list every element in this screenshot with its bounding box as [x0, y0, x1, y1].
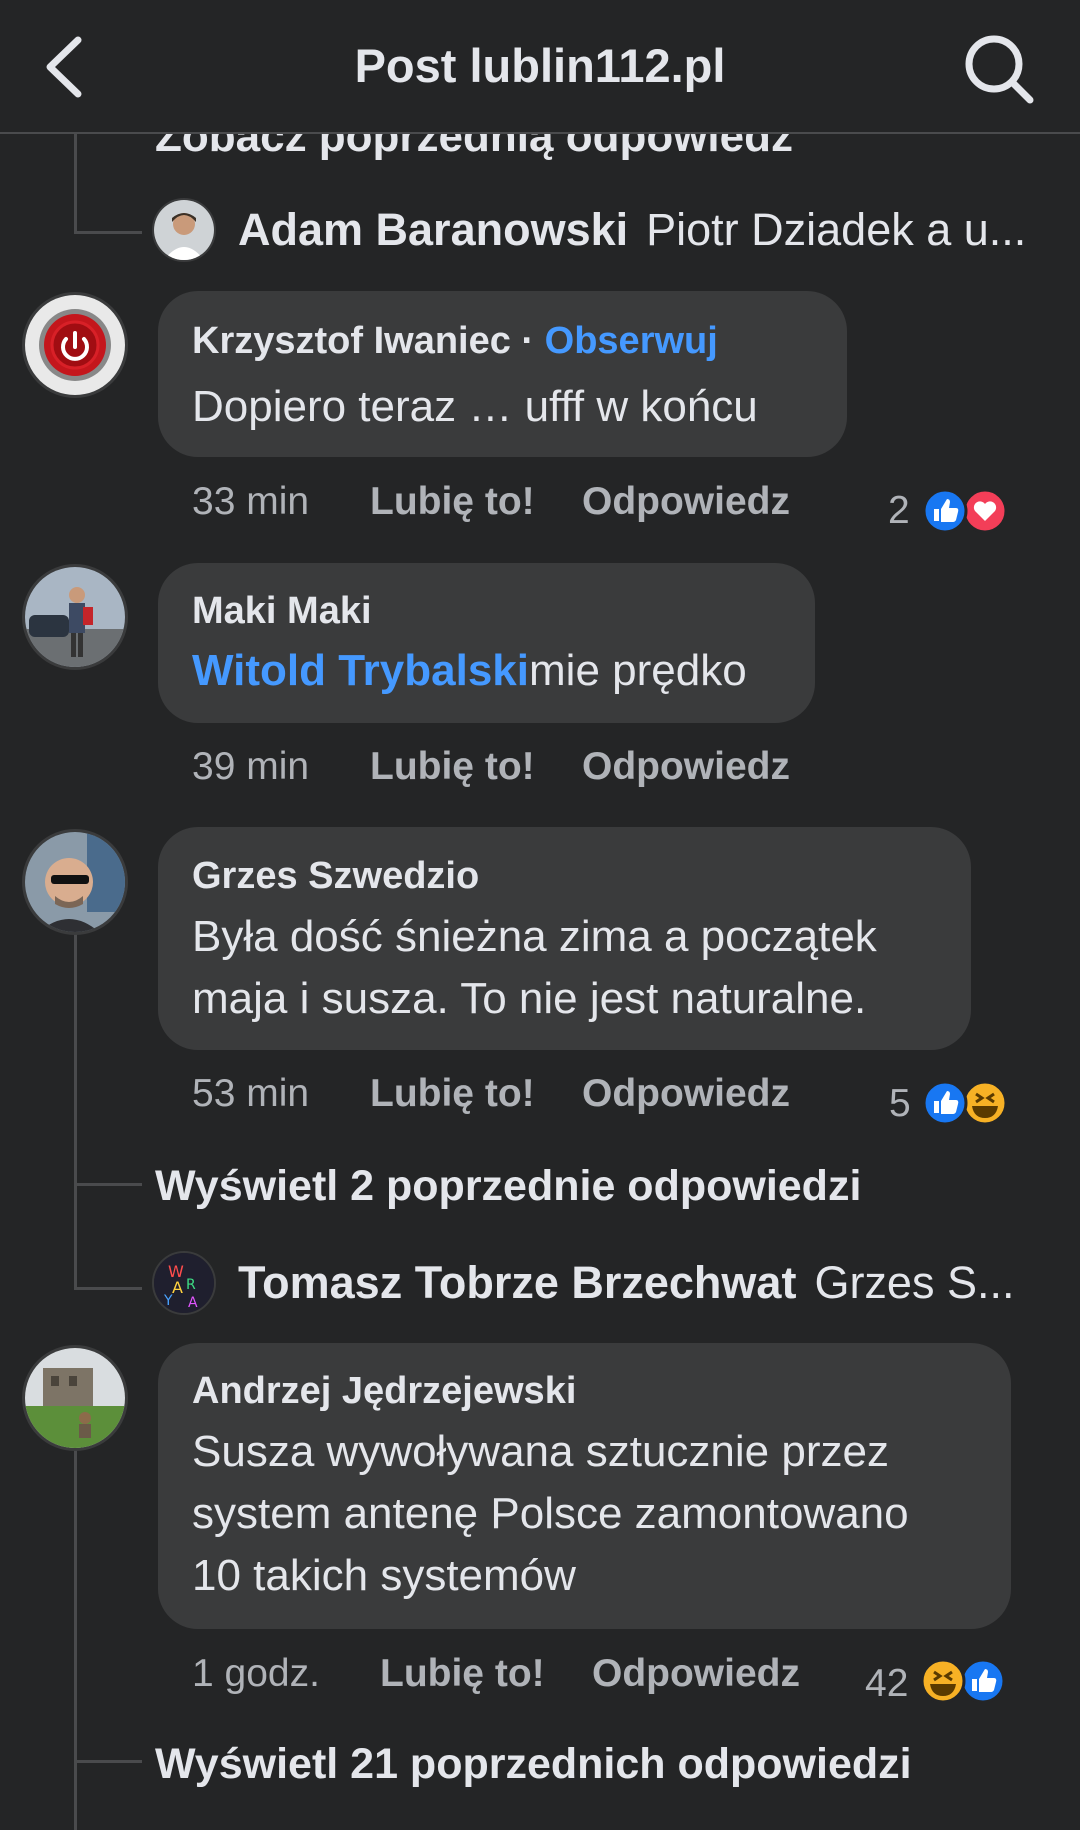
thread-branch [74, 231, 142, 234]
comment-text: Dopiero teraz … ufff w końcu [192, 382, 758, 431]
reply-button[interactable]: Odpowiedz [582, 480, 790, 524]
haha-icon [920, 1658, 966, 1704]
svg-text:Y: Y [163, 1293, 173, 1309]
comment-body: mie prędko [529, 646, 747, 695]
reply-button[interactable]: Odpowiedz [592, 1652, 800, 1696]
avatar-tomasz[interactable]: WARYA [152, 1251, 216, 1315]
like-button[interactable]: Lubię to! [370, 745, 535, 789]
thread-branch [74, 1183, 142, 1186]
reaction-icons[interactable] [920, 1658, 1012, 1704]
thread-branch [74, 1287, 142, 1290]
comment-text-line: 10 takich systemów [192, 1551, 576, 1600]
thread-line [74, 132, 77, 234]
reaction-count[interactable]: 5 [889, 1082, 911, 1126]
avatar-andrzej[interactable] [22, 1345, 128, 1451]
svg-text:A: A [172, 1278, 183, 1297]
comment-text-line: Była dość śnieżna zima a początek [192, 912, 877, 961]
reply-button[interactable]: Odpowiedz [582, 1072, 790, 1116]
avatar-grzes[interactable] [22, 829, 128, 935]
like-button[interactable]: Lubię to! [380, 1652, 545, 1696]
reaction-count[interactable]: 42 [865, 1662, 908, 1706]
reply-text: Piotr Dziadek a u... [646, 204, 1027, 255]
view-previous-replies-link[interactable]: Wyświetl 21 poprzednich odpowiedzi [155, 1740, 912, 1789]
reply-preview-tomasz[interactable]: Tomasz Tobrze Brzechwat Grzes S... [238, 1257, 1048, 1309]
comment-time: 33 min [192, 480, 310, 523]
like-button[interactable]: Lubię to! [370, 480, 535, 524]
comment-time: 53 min [192, 1072, 310, 1115]
page-title: Post lublin112.pl [354, 39, 726, 92]
like-icon [960, 1658, 1006, 1704]
like-icon [922, 488, 968, 534]
search-icon[interactable] [960, 30, 1036, 106]
reply-button[interactable]: Odpowiedz [582, 745, 790, 789]
reaction-count[interactable]: 2 [888, 489, 910, 533]
author-name[interactable]: Krzysztof Iwaniec [192, 320, 511, 362]
reply-author: Adam Baranowski [238, 204, 629, 255]
thread-line [74, 930, 77, 1290]
reaction-icons[interactable] [922, 488, 1014, 534]
view-previous-replies-link[interactable]: Wyświetl 2 poprzednie odpowiedzi [155, 1162, 861, 1211]
svg-text:A: A [188, 1295, 198, 1311]
comment-text-line: Susza wywoływana sztucznie przez [192, 1427, 889, 1476]
comment-author[interactable]: Andrzej Jędrzejewski [192, 1370, 576, 1413]
reply-author: Tomasz Tobrze Brzechwat [238, 1257, 797, 1308]
avatar-adam[interactable] [152, 198, 216, 262]
avatar-krzysztof[interactable] [22, 292, 128, 398]
reply-preview-adam[interactable]: Adam Baranowski Piotr Dziadek a u... [238, 204, 1048, 256]
top-bar: Post lublin112.pl [0, 0, 1080, 134]
like-icon [922, 1080, 968, 1126]
comment-text: Witold Trybalskimie prędko [192, 640, 747, 702]
mention-link[interactable]: Witold Trybalski [192, 646, 529, 695]
comment-author[interactable]: Maki Maki [192, 590, 372, 633]
comment-time: 1 godz. [192, 1652, 320, 1695]
comment-text-line: maja i susza. To nie jest naturalne. [192, 974, 867, 1023]
like-button[interactable]: Lubię to! [370, 1072, 535, 1116]
thread-branch [74, 1760, 142, 1763]
love-icon [962, 488, 1008, 534]
comment-author: Krzysztof Iwaniec · Obserwuj [192, 320, 718, 363]
comment-author[interactable]: Grzes Szwedzio [192, 855, 479, 898]
follow-button[interactable]: Obserwuj [545, 320, 718, 362]
reply-text: Grzes S... [814, 1257, 1015, 1308]
comment-time: 39 min [192, 745, 310, 788]
svg-text:R: R [186, 1277, 196, 1293]
reaction-icons[interactable] [922, 1080, 1014, 1126]
separator: · [510, 320, 545, 362]
avatar-maki[interactable] [22, 564, 128, 670]
thread-line [74, 1446, 77, 1830]
comment-text-line: system antenę Polsce zamontowano [192, 1489, 909, 1538]
haha-icon [962, 1080, 1008, 1126]
